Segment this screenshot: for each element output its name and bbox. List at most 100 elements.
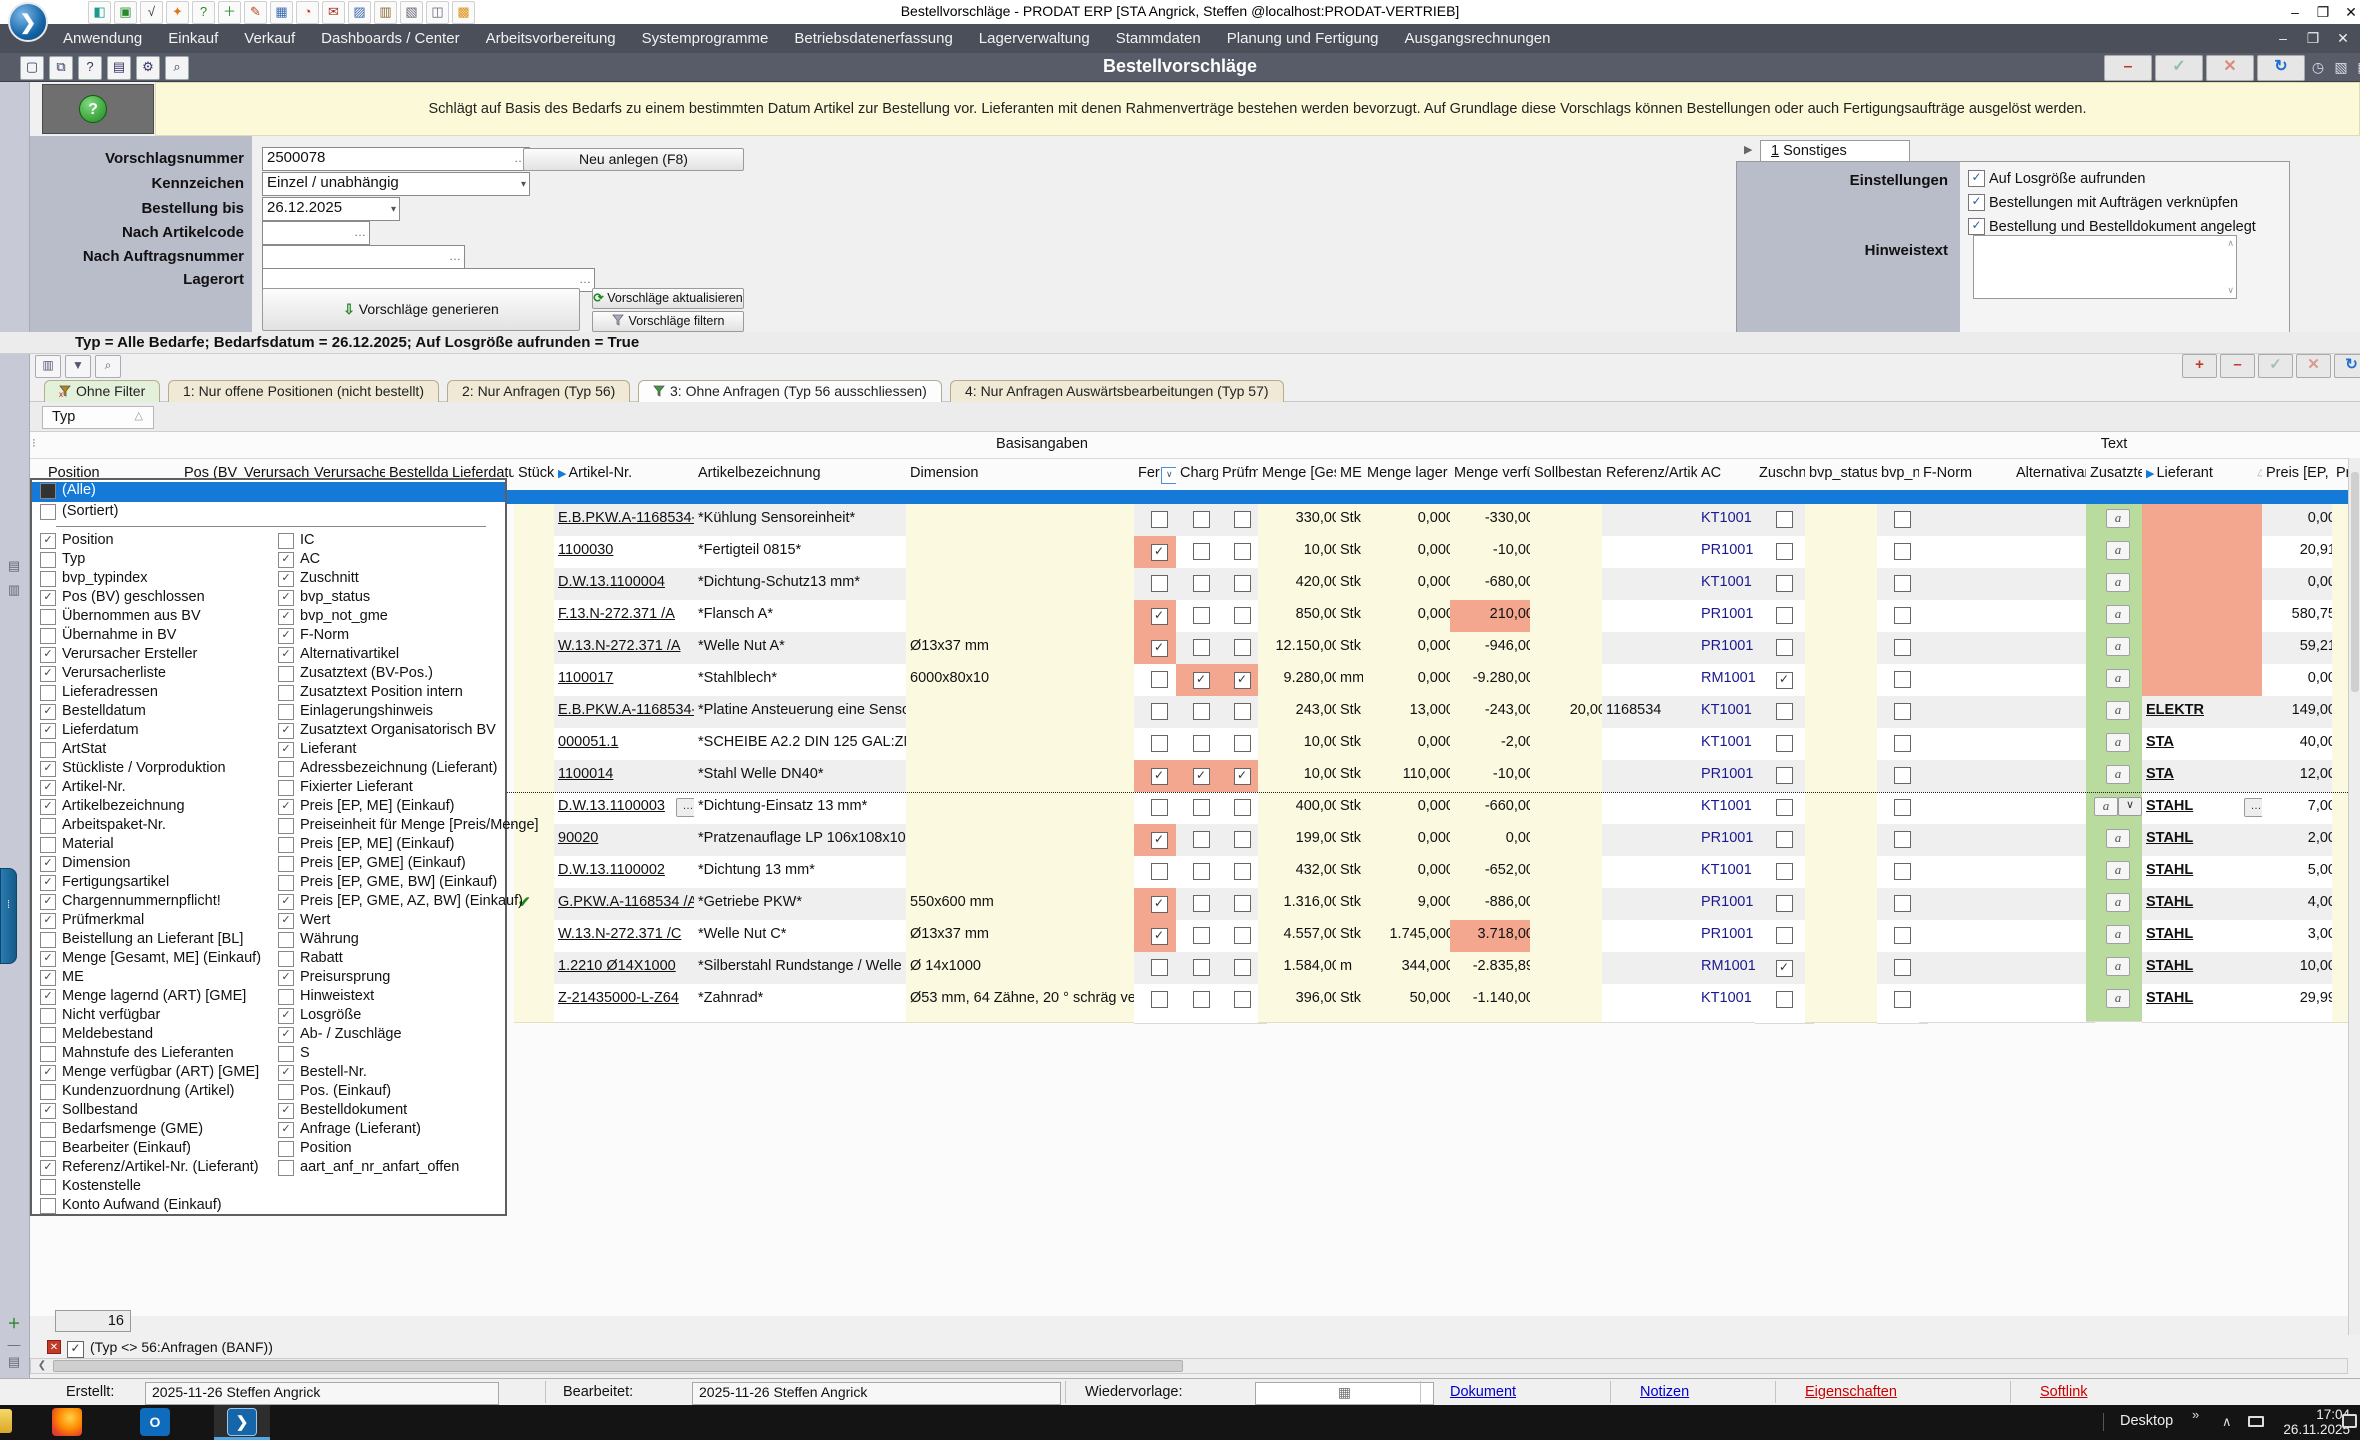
chooser-left-item-14[interactable]: ✓Artikelbezeichnung: [32, 798, 267, 817]
chooser-right-item-27[interactable]: S: [270, 1045, 505, 1064]
discard-button[interactable]: ✕: [2296, 354, 2331, 378]
checkbox-icon[interactable]: ✓: [278, 1122, 294, 1138]
ellipsis-icon[interactable]: …: [354, 222, 366, 242]
checkbox-icon[interactable]: ✓: [40, 761, 56, 777]
checkbox-icon[interactable]: ✓: [278, 799, 294, 815]
checkbox-icon[interactable]: ✓: [40, 951, 56, 967]
chooser-left-item-23[interactable]: ✓ME: [32, 969, 267, 988]
checkbox-icon[interactable]: [40, 1008, 56, 1024]
reload-button[interactable]: ↻: [2334, 354, 2360, 378]
neu-anlegen-button[interactable]: Neu anlegen (F8): [523, 148, 744, 171]
delete-button[interactable]: –: [2104, 55, 2152, 81]
checkbox-icon[interactable]: ✓: [40, 666, 56, 682]
chooser-left-item-7[interactable]: ✓Verursacherliste: [32, 665, 267, 684]
checkbox-icon[interactable]: ✓: [278, 1103, 294, 1119]
doc2-strip-icon[interactable]: ▥: [4, 582, 24, 600]
chooser-right-item-23[interactable]: ✓Preisursprung: [270, 969, 505, 988]
chooser-right-item-15[interactable]: Preiseinheit für Menge [Preis/Menge]: [270, 817, 505, 836]
zusatztext-doc-icon[interactable]: a: [2106, 829, 2130, 848]
footer-link-dokument[interactable]: Dokument: [1450, 1384, 1516, 1400]
checkbox-icon[interactable]: [40, 609, 56, 625]
column-layout-icon[interactable]: ▥: [35, 355, 61, 378]
new-entry-icon[interactable]: ▣: [114, 1, 137, 24]
notification-center-icon[interactable]: [2342, 1414, 2357, 1428]
chooser-right-item-2[interactable]: ✓Zuschnitt: [270, 570, 505, 589]
lieferant-link[interactable]: STAHL: [2146, 958, 2193, 974]
lieferant-link[interactable]: STAHL: [2146, 990, 2193, 1006]
footer-link-eigenschaften[interactable]: Eigenschaften: [1805, 1384, 1897, 1400]
scroll-down-icon[interactable]: ∨: [2227, 285, 2234, 296]
vorschlaege-filtern-button[interactable]: Vorschläge filtern: [592, 311, 744, 332]
chooser-right-item-8[interactable]: Zusatztext Position intern: [270, 684, 505, 703]
overflow-chevron-icon[interactable]: »: [2192, 1407, 2199, 1422]
checkbox-icon[interactable]: ✓: [278, 742, 294, 758]
vorschlaege-generieren-button[interactable]: ⇩ Vorschläge generieren: [262, 288, 580, 331]
chooser-item-sortiert[interactable]: (Sortiert): [32, 503, 505, 523]
zusatztext-doc-icon[interactable]: a: [2106, 957, 2130, 976]
checkbox-icon[interactable]: ✓: [278, 552, 294, 568]
chooser-right-item-29[interactable]: Pos. (Einkauf): [270, 1083, 505, 1102]
dropdown-caret-icon[interactable]: ▾: [521, 175, 526, 195]
zusatztext-doc-icon[interactable]: a: [2106, 733, 2130, 752]
notes-icon[interactable]: ▨: [348, 1, 371, 24]
checkbox-icon[interactable]: [278, 780, 294, 796]
checkbox-icon[interactable]: ✓: [40, 723, 56, 739]
lieferant-link[interactable]: ELEKTR: [2146, 702, 2204, 718]
bestellung_bis-field[interactable]: 26.12.2025▾: [262, 197, 400, 221]
chooser-right-item-11[interactable]: ✓Lieferant: [270, 741, 505, 760]
tray-expand-icon[interactable]: ∧: [2222, 1414, 2232, 1430]
edit-record-icon[interactable]: ✎: [244, 1, 267, 24]
chooser-left-item-22[interactable]: ✓Menge [Gesamt, ME] (Einkauf): [32, 950, 267, 969]
chooser-right-item-6[interactable]: ✓Alternativartikel: [270, 646, 505, 665]
chooser-right-item-25[interactable]: ✓Losgröße: [270, 1007, 505, 1026]
nach_auftragsnummer-field[interactable]: …: [262, 245, 465, 269]
window-close-button[interactable]: ✕: [2338, 2, 2360, 22]
lieferant-link[interactable]: STAHL: [2146, 894, 2193, 910]
checkbox-icon[interactable]: ✓: [40, 970, 56, 986]
clock-icon[interactable]: ◷: [2308, 55, 2328, 79]
remove-row-button[interactable]: –: [2220, 354, 2255, 378]
address-book-icon[interactable]: ▧: [400, 1, 423, 24]
chooser-right-item-0[interactable]: IC: [270, 532, 505, 551]
checkbox-icon[interactable]: [278, 1160, 294, 1176]
checkbox-icon[interactable]: [40, 837, 56, 853]
chooser-left-item-19[interactable]: ✓Chargennummernpflicht!: [32, 893, 267, 912]
footer-link-notizen[interactable]: Notizen: [1640, 1384, 1689, 1400]
navigator-icon[interactable]: ◧: [88, 1, 111, 24]
checkbox-icon[interactable]: [278, 666, 294, 682]
table-icon[interactable]: ▥: [374, 1, 397, 24]
checkbox-icon[interactable]: ✓: [40, 590, 56, 606]
window-maximize-button[interactable]: ❐: [2310, 2, 2336, 22]
checkbox-icon[interactable]: ✓: [40, 1065, 56, 1081]
chooser-right-item-3[interactable]: ✓bvp_status: [270, 589, 505, 608]
checkbox-icon[interactable]: ✓: [40, 647, 56, 663]
checkbox-icon[interactable]: [40, 1122, 56, 1138]
hinweistext-textarea[interactable]: ∧ ∨: [1973, 235, 2237, 299]
chooser-right-item-22[interactable]: Rabatt: [270, 950, 505, 969]
chooser-left-item-10[interactable]: ✓Lieferdatum: [32, 722, 267, 741]
zusatztext-doc-icon[interactable]: a: [2094, 797, 2118, 816]
chooser-right-item-30[interactable]: ✓Bestelldokument: [270, 1102, 505, 1121]
chooser-left-item-5[interactable]: Übernahme in BV: [32, 627, 267, 646]
checkbox-icon[interactable]: ✓: [1968, 194, 1985, 211]
checkbox-icon[interactable]: ✓: [278, 571, 294, 587]
help-icon[interactable]: ?: [78, 56, 102, 80]
zusatztext-doc-icon[interactable]: a: [2106, 893, 2130, 912]
checkbox-icon[interactable]: [40, 1179, 56, 1195]
lieferant-link[interactable]: STA: [2146, 766, 2174, 782]
checkbox-icon[interactable]: ✓: [40, 704, 56, 720]
zusatztext-doc-icon[interactable]: a: [2106, 637, 2130, 656]
zusatztext-doc-icon[interactable]: a: [2106, 541, 2130, 560]
zusatztext-doc-icon[interactable]: a: [2106, 509, 2130, 528]
chooser-right-item-5[interactable]: ✓F-Norm: [270, 627, 505, 646]
checkbox-icon[interactable]: [40, 1141, 56, 1157]
checkbox-icon[interactable]: [278, 989, 294, 1005]
chooser-right-item-13[interactable]: Fixierter Lieferant: [270, 779, 505, 798]
chooser-left-item-25[interactable]: Nicht verfügbar: [32, 1007, 267, 1026]
chooser-left-item-30[interactable]: ✓Sollbestand: [32, 1102, 267, 1121]
chooser-left-item-28[interactable]: ✓Menge verfügbar (ART) [GME]: [32, 1064, 267, 1083]
checkbox-icon[interactable]: [278, 533, 294, 549]
package-add-icon[interactable]: ▩: [2354, 55, 2360, 79]
network-icon[interactable]: [2248, 1416, 2264, 1427]
vscroll-thumb[interactable]: [2351, 472, 2359, 692]
